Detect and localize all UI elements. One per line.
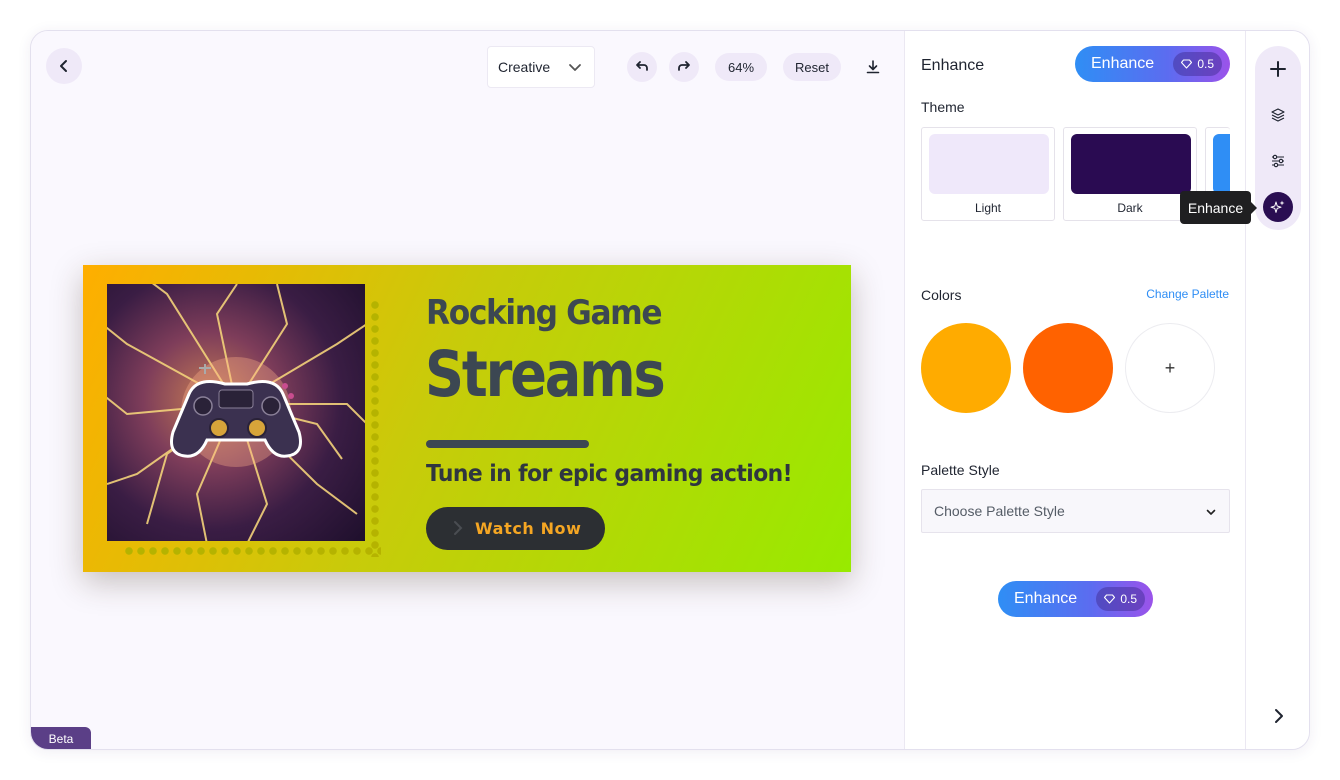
chevron-right-icon — [454, 521, 463, 535]
sliders-icon — [1272, 154, 1284, 168]
dot-pattern-decoration — [367, 299, 383, 557]
palette-color-2[interactable] — [1023, 323, 1113, 413]
chevron-down-icon — [569, 64, 581, 71]
banner-image[interactable] — [107, 284, 365, 541]
theme-dark-swatch — [1071, 134, 1191, 194]
download-button[interactable] — [858, 52, 888, 82]
diamond-icon — [1104, 594, 1116, 604]
theme-light-card[interactable]: Light — [921, 127, 1055, 221]
enhance-button-label: Enhance — [1091, 55, 1155, 72]
theme-label: Theme — [921, 99, 965, 115]
zoom-level[interactable]: 64% — [715, 53, 767, 81]
credit-cost-badge: 0.5 — [1096, 587, 1145, 611]
enhance-tool-button[interactable] — [1263, 192, 1293, 222]
back-button[interactable] — [46, 48, 82, 84]
app-window: Creative 64% Reset Rocking Game Streams … — [30, 30, 1310, 750]
theme-blue-swatch — [1213, 134, 1230, 194]
add-color-button[interactable]: + — [1125, 323, 1215, 413]
credit-cost-badge: 0.5 — [1173, 52, 1222, 76]
palette-color-1[interactable] — [921, 323, 1011, 413]
game-controller-icon — [107, 284, 365, 541]
layers-icon — [1271, 108, 1285, 122]
add-element-button[interactable] — [1263, 54, 1293, 84]
reset-button[interactable]: Reset — [783, 53, 841, 81]
theme-light-label: Light — [974, 201, 1002, 215]
palette-style-label: Palette Style — [921, 462, 1000, 478]
enhance-tooltip: Enhance — [1180, 191, 1257, 224]
dot-pattern-decoration-bottom — [123, 544, 381, 558]
collapse-panel-button[interactable] — [1264, 701, 1294, 731]
layers-button[interactable] — [1263, 100, 1293, 130]
adjust-button[interactable] — [1263, 146, 1293, 176]
colors-label: Colors — [921, 287, 962, 303]
palette-style-select[interactable]: Choose Palette Style — [921, 489, 1230, 533]
redo-button[interactable] — [669, 52, 699, 82]
redo-icon — [678, 61, 690, 71]
undo-icon — [636, 61, 648, 71]
watch-now-label: Watch Now — [475, 519, 582, 538]
canvas-area: Creative 64% Reset Rocking Game Streams … — [31, 31, 904, 749]
change-palette-link[interactable]: Change Palette — [1146, 287, 1229, 301]
back-arrow-icon — [60, 60, 67, 72]
mode-select[interactable]: Creative — [487, 46, 595, 88]
watch-now-button[interactable]: Watch Now — [426, 507, 605, 550]
theme-dark-card[interactable]: Dark — [1063, 127, 1197, 221]
mode-select-value: Creative — [498, 59, 551, 75]
chevron-right-icon — [1275, 709, 1283, 723]
credit-cost-value: 0.5 — [1120, 592, 1137, 606]
enhance-panel: Enhance Enhance 0.5 Theme Light Dark Col… — [904, 31, 1246, 749]
rail-tool-group — [1255, 46, 1301, 230]
diamond-icon — [1181, 59, 1193, 69]
banner-design[interactable]: Rocking Game Streams Tune in for epic ga… — [83, 265, 851, 572]
theme-light-swatch — [929, 134, 1049, 194]
beta-badge: Beta — [31, 727, 91, 749]
enhance-button-bottom[interactable]: Enhance 0.5 — [998, 581, 1153, 617]
download-icon — [866, 60, 880, 74]
enhance-button-label: Enhance — [1014, 590, 1078, 607]
banner-heading-line1[interactable]: Rocking Game — [426, 293, 663, 333]
banner-heading-line2[interactable]: Streams — [425, 338, 666, 411]
palette-style-placeholder: Choose Palette Style — [934, 503, 1065, 519]
chevron-down-icon — [1206, 509, 1216, 515]
theme-dark-label: Dark — [1117, 201, 1143, 215]
banner-divider — [426, 440, 589, 448]
undo-button[interactable] — [627, 52, 657, 82]
credit-cost-value: 0.5 — [1197, 57, 1214, 71]
tool-rail — [1246, 31, 1309, 749]
enhance-button-top[interactable]: Enhance 0.5 — [1075, 46, 1230, 82]
banner-subheading[interactable]: Tune in for epic gaming action! — [426, 461, 793, 487]
sparkles-icon — [1270, 200, 1285, 213]
panel-title: Enhance — [921, 57, 985, 74]
plus-icon — [1270, 61, 1286, 77]
